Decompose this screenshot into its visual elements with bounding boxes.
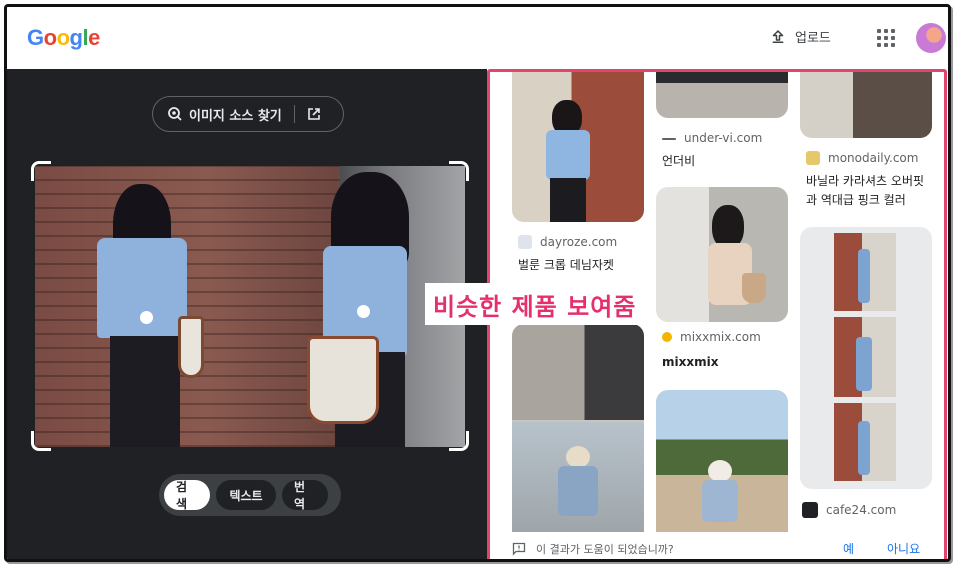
divider <box>293 105 295 123</box>
feedback-icon <box>512 542 526 556</box>
person-bag <box>307 336 379 424</box>
lens-mode-switcher: 검색 텍스트 번역 <box>159 474 341 516</box>
object-marker[interactable] <box>357 305 370 318</box>
result-image[interactable] <box>800 72 932 138</box>
person-shirt <box>97 238 187 338</box>
feedback-question: 이 결과가 도움이 되었습니까? <box>536 542 674 556</box>
result-site-name: dayroze.com <box>540 235 618 249</box>
result-source[interactable]: mixxmix.com <box>662 330 761 344</box>
mode-text-button[interactable]: 텍스트 <box>216 480 276 510</box>
result-image[interactable] <box>800 227 932 489</box>
account-avatar[interactable] <box>916 23 946 53</box>
upload-button[interactable]: 업로드 <box>769 27 831 46</box>
lens-image-panel: 이미지 소스 찾기 검색 텍스트 번역 <box>7 69 487 559</box>
top-bar: Google 업로드 <box>7 7 948 69</box>
apps-grid-icon[interactable] <box>877 29 895 47</box>
mode-search-button[interactable]: 검색 <box>164 480 210 511</box>
screenshot-frame: Google 업로드 이미지 소스 찾기 검색 텍스트 번역 dayroze.c… <box>4 4 951 562</box>
object-marker[interactable] <box>140 311 153 324</box>
result-site-name: monodaily.com <box>828 151 919 165</box>
find-image-source-label: 이미지 소스 찾기 <box>189 108 282 124</box>
site-favicon <box>802 502 818 518</box>
crop-handle-bottom-right[interactable] <box>449 431 469 451</box>
result-source[interactable]: cafe24.com <box>802 502 896 518</box>
open-external-icon[interactable] <box>307 107 321 121</box>
logo-letter: o <box>56 25 70 50</box>
result-image[interactable] <box>656 390 788 532</box>
feedback-no-button[interactable]: 아니요 <box>887 540 920 557</box>
result-source[interactable]: under-vi.com <box>662 131 762 145</box>
feedback-yes-button[interactable]: 예 <box>843 540 854 557</box>
site-favicon <box>806 151 820 165</box>
result-site-name: under-vi.com <box>684 131 763 145</box>
crop-handle-top-left[interactable] <box>31 161 51 181</box>
result-title[interactable]: 바닐라 카라셔츠 오버핏과 역대급 핑크 컬러 <box>806 172 934 210</box>
google-logo[interactable]: Google <box>27 25 100 51</box>
logo-letter: G <box>27 25 44 50</box>
result-title[interactable]: 벌룬 크롭 데님자켓 <box>518 256 648 275</box>
result-title[interactable]: 언더비 <box>662 152 792 171</box>
person-bag <box>178 316 204 378</box>
site-favicon <box>662 332 672 342</box>
result-image[interactable] <box>512 324 644 532</box>
result-source[interactable]: monodaily.com <box>806 151 918 165</box>
upload-label: 업로드 <box>795 31 831 46</box>
crop-handle-bottom-left[interactable] <box>31 431 51 451</box>
result-source[interactable]: dayroze.com <box>518 235 617 249</box>
result-site-name: mixxmix.com <box>680 330 761 344</box>
find-image-source-button[interactable]: 이미지 소스 찾기 <box>152 96 344 132</box>
crop-handle-top-right[interactable] <box>449 161 469 181</box>
upload-icon <box>772 29 784 43</box>
person-pants <box>110 336 180 447</box>
site-favicon <box>518 235 532 249</box>
result-title[interactable]: mixxmix <box>662 353 792 372</box>
logo-letter: e <box>88 25 100 50</box>
site-favicon <box>662 138 676 140</box>
mode-translate-button[interactable]: 번역 <box>282 480 328 511</box>
annotation-caption: 비슷한 제품 보여줌 <box>425 283 645 325</box>
result-image[interactable] <box>512 72 644 222</box>
logo-letter: o <box>43 25 57 50</box>
logo-letter: g <box>69 25 83 50</box>
result-image[interactable] <box>656 72 788 118</box>
uploaded-photo <box>35 166 465 447</box>
result-image[interactable] <box>656 187 788 322</box>
feedback-bar: 이 결과가 도움이 되었습니까? 예 아니요 <box>490 532 944 559</box>
lens-icon <box>168 107 182 121</box>
result-site-name: cafe24.com <box>826 503 897 517</box>
